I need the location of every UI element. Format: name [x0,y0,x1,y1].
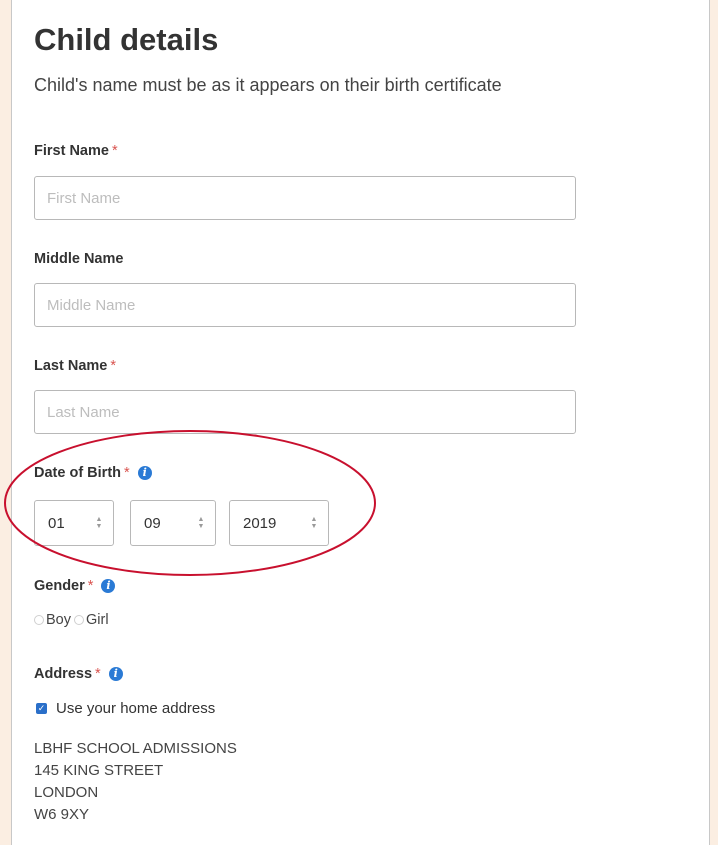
stepper-arrows-icon[interactable]: ▲ ▼ [195,516,207,530]
dob-year-stepper[interactable]: 2019 ▲ ▼ [229,500,329,546]
dob-day-value: 01 [48,514,65,532]
first-name-label-text: First Name [34,143,109,159]
middle-name-input[interactable] [34,283,576,327]
stepper-arrows-icon[interactable]: ▲ ▼ [93,516,105,530]
gender-option-boy[interactable]: Boy [34,612,71,628]
gender-option-boy-label: Boy [46,612,71,628]
address-line: LONDON [34,784,99,801]
address-line: W6 9XY [34,806,90,823]
address-line: 145 KING STREET [34,762,164,779]
dob-day-stepper[interactable]: 01 ▲ ▼ [34,500,114,546]
required-marker: * [124,465,130,481]
info-icon[interactable]: i [108,667,123,681]
radio-icon[interactable] [74,615,84,625]
address-label: Address * i [34,666,123,682]
info-icon[interactable]: i [101,579,116,593]
required-marker: * [95,666,101,682]
gender-label: Gender * i [34,578,116,594]
checkbox-checked-icon[interactable]: ✓ [36,703,47,714]
address-block: LBHF SCHOOL ADMISSIONS 145 KING STREET L… [34,738,237,826]
required-marker: * [110,358,116,374]
last-name-label-text: Last Name [34,358,108,374]
page-subtitle: Child's name must be as it appears on th… [34,75,502,95]
gender-radio-group: Boy Girl [34,612,112,628]
address-label-text: Address [34,666,93,682]
dob-year-value: 2019 [243,514,277,532]
page-title: Child details [34,22,219,57]
form-panel: Child details Child's name must be as it… [11,0,710,845]
required-marker: * [111,143,118,159]
radio-icon[interactable] [34,615,44,625]
first-name-input[interactable] [34,176,576,220]
last-name-input[interactable] [34,390,576,434]
required-marker: * [87,578,94,594]
stepper-arrows-icon[interactable]: ▲ ▼ [308,516,320,530]
info-icon[interactable]: i [137,466,152,480]
dob-month-stepper[interactable]: 09 ▲ ▼ [130,500,216,546]
gender-option-girl-label: Girl [86,612,109,628]
use-home-address-label: Use your home address [56,700,216,717]
middle-name-label: Middle Name [34,251,123,267]
first-name-label: First Name * [34,143,118,159]
dob-label: Date of Birth * i [34,465,152,481]
dob-month-value: 09 [144,514,161,532]
address-line: LBHF SCHOOL ADMISSIONS [34,740,237,757]
gender-option-girl[interactable]: Girl [74,612,109,628]
last-name-label: Last Name * [34,358,116,374]
gender-label-text: Gender [34,578,85,594]
use-home-address-option[interactable]: ✓ Use your home address [34,700,215,717]
dob-label-text: Date of Birth [34,465,121,481]
middle-name-label-text: Middle Name [34,251,124,267]
